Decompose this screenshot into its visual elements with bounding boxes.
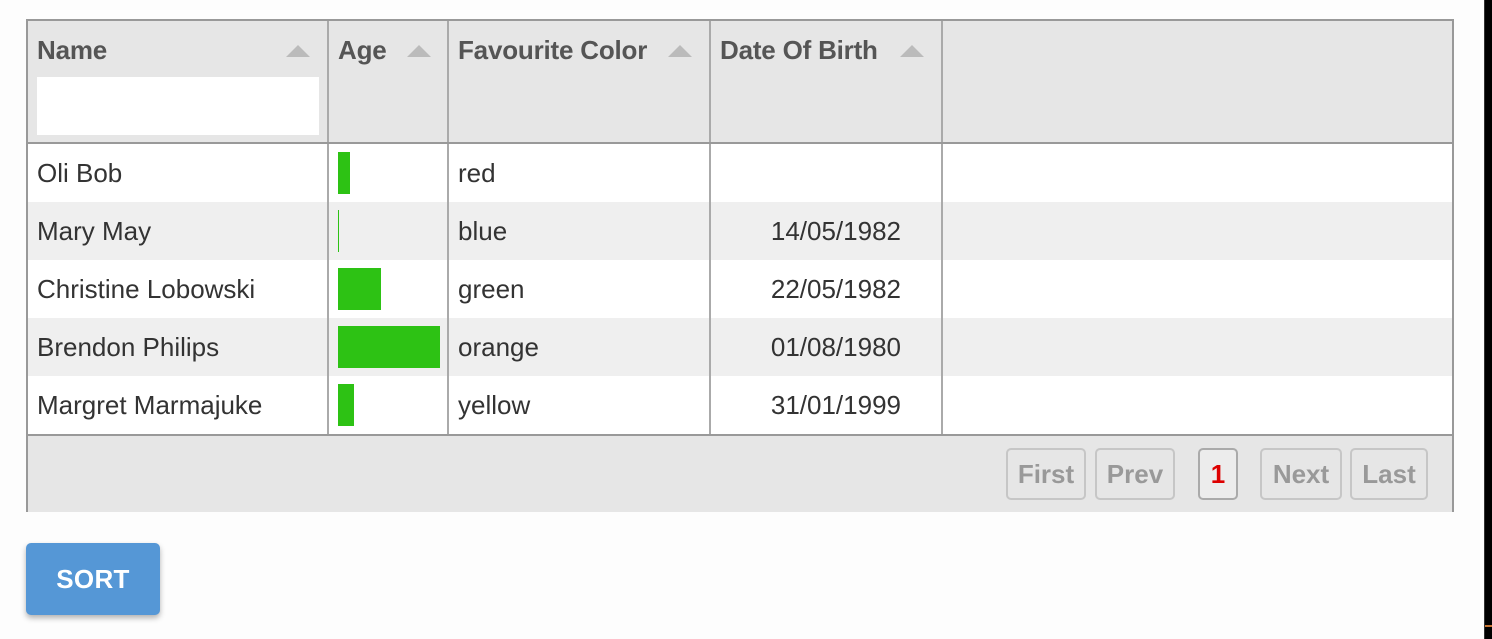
- cell-date-of-birth: 14/05/1982: [770, 216, 901, 246]
- age-progress-bar: [338, 152, 350, 194]
- cell-favourite-color: red: [458, 158, 496, 188]
- table-row[interactable]: Margret Marmajuke yellow 31/01/1999: [28, 376, 1452, 434]
- age-progress-bar: [338, 210, 339, 252]
- column-header-name[interactable]: Name: [28, 21, 329, 142]
- age-progress-bar: [338, 326, 440, 368]
- cell-name: Oli Bob: [37, 158, 123, 188]
- cell-favourite-color: orange: [458, 332, 539, 362]
- table-row[interactable]: Brendon Philips orange 01/08/1980: [28, 318, 1452, 376]
- window-edge-marker: [1485, 625, 1492, 627]
- page-1-button[interactable]: 1: [1198, 448, 1238, 500]
- window-edge-bar: [1485, 0, 1492, 639]
- sort-arrow-icon[interactable]: [900, 45, 924, 57]
- table-footer: First Prev 1 Next Last: [28, 434, 1452, 512]
- cell-age: [329, 144, 447, 202]
- column-header-favourite-color[interactable]: Favourite Color: [449, 21, 711, 142]
- cell-name: Christine Lobowski: [37, 274, 256, 304]
- column-title-favourite-color: Favourite Color: [458, 35, 648, 65]
- column-divider: [327, 144, 329, 434]
- column-title-date-of-birth: Date Of Birth: [720, 35, 878, 65]
- next-page-button[interactable]: Next: [1260, 448, 1342, 500]
- cell-favourite-color: yellow: [458, 390, 531, 420]
- age-progress: [338, 210, 440, 252]
- cell-date-of-birth: 31/01/1999: [770, 390, 901, 420]
- sort-button[interactable]: SORT: [26, 543, 160, 615]
- last-page-button[interactable]: Last: [1350, 448, 1428, 500]
- cell-favourite-color: green: [458, 274, 525, 304]
- table-header: Name Age Favourite Color Date Of Birth: [28, 21, 1452, 144]
- cell-name: Margret Marmajuke: [37, 390, 263, 420]
- column-divider: [709, 144, 711, 434]
- first-page-button[interactable]: First: [1006, 448, 1086, 500]
- age-progress: [338, 384, 440, 426]
- column-header-date-of-birth[interactable]: Date Of Birth: [711, 21, 943, 142]
- cell-name: Brendon Philips: [37, 332, 220, 362]
- cell-date-of-birth: [711, 144, 941, 202]
- age-progress: [338, 152, 440, 194]
- sort-arrow-icon[interactable]: [407, 45, 431, 57]
- cell-date-of-birth: 01/08/1980: [770, 332, 901, 362]
- prev-page-button[interactable]: Prev: [1095, 448, 1175, 500]
- table-row[interactable]: Mary May blue 14/05/1982: [28, 202, 1452, 260]
- column-header-age[interactable]: Age: [329, 21, 449, 142]
- table-row[interactable]: Christine Lobowski green 22/05/1982: [28, 260, 1452, 318]
- column-divider: [447, 144, 449, 434]
- sort-arrow-icon[interactable]: [286, 45, 310, 57]
- cell-age: [329, 202, 447, 260]
- age-progress: [338, 326, 440, 368]
- column-title-name: Name: [37, 35, 108, 65]
- cell-favourite-color: blue: [458, 216, 508, 246]
- age-progress: [338, 268, 440, 310]
- age-progress-bar: [338, 384, 354, 426]
- cell-name: Mary May: [37, 216, 152, 246]
- data-table: Name Age Favourite Color Date Of Birth O…: [26, 19, 1454, 512]
- age-progress-bar: [338, 268, 381, 310]
- column-title-age: Age: [338, 35, 387, 65]
- cell-age: [329, 318, 447, 376]
- table-row[interactable]: Oli Bob red: [28, 144, 1452, 202]
- cell-date-of-birth: 22/05/1982: [770, 274, 901, 304]
- column-divider: [941, 144, 943, 434]
- name-filter-input[interactable]: [37, 77, 319, 135]
- cell-age: [329, 260, 447, 318]
- sort-arrow-icon[interactable]: [668, 45, 692, 57]
- cell-age: [329, 376, 447, 434]
